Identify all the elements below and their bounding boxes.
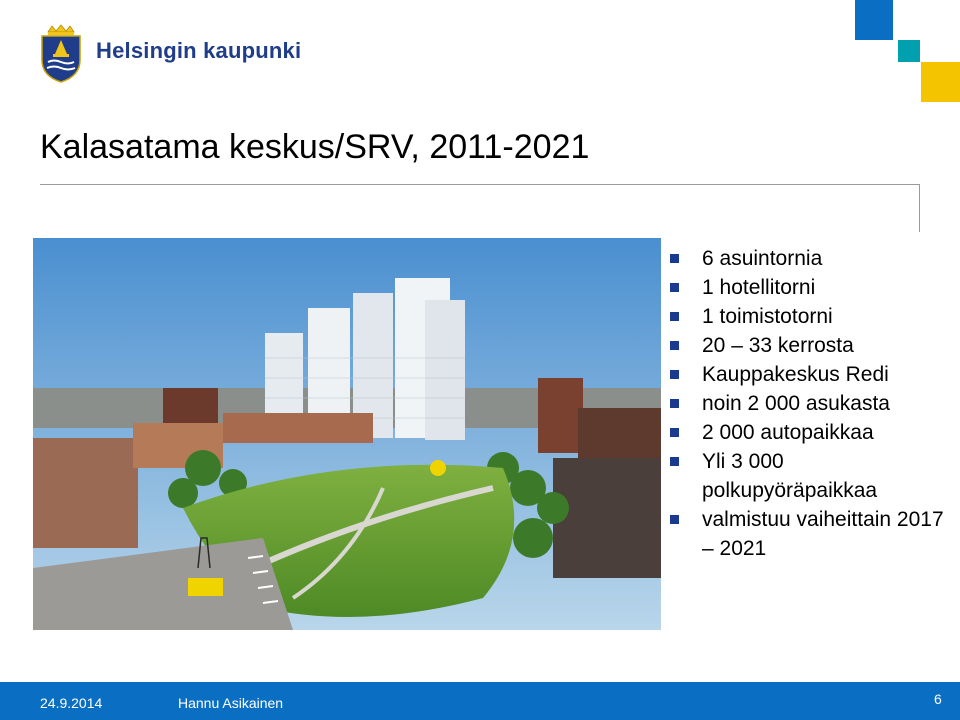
deco-square-teal [898,40,920,62]
deco-square-blue [855,0,893,40]
bullet-item: 2 000 autopaikkaa [670,418,955,447]
bullet-item: 6 asuintornia [670,244,955,273]
bullet-square-icon [670,341,679,350]
bullet-item: 1 toimistotorni [670,302,955,331]
bullet-square-icon [670,312,679,321]
page-number: 6 [934,691,942,707]
bullet-square-icon [670,283,679,292]
bullet-square-icon [670,457,679,466]
bullet-item: Kauppakeskus Redi [670,360,955,389]
title-divider-end [919,184,920,232]
footer-author: Hannu Asikainen [178,695,284,711]
bullet-list: 6 asuintornia 1 hotellitorni 1 toimistot… [670,244,955,563]
bullet-item: Yli 3 000 polkupyöräpaikkaa [670,447,955,505]
bullet-item: noin 2 000 asukasta [670,389,955,418]
footer-bar: 24.9.2014 Hannu Asikainen 6 [0,682,960,720]
bullet-item: 1 hotellitorni [670,273,955,302]
bullet-square-icon [670,254,679,263]
brand-name: Helsingin kaupunki [96,38,302,63]
bullet-square-icon [670,399,679,408]
bullet-square-icon [670,428,679,437]
kalasatama-rendering-photo [33,238,661,630]
deco-square-yellow [921,62,960,102]
bullet-square-icon [670,370,679,379]
title-divider [40,184,920,185]
bullet-square-icon [670,515,679,524]
slide-title: Kalasatama keskus/SRV, 2011-2021 [40,128,590,166]
bullet-item: 20 – 33 kerrosta [670,331,955,360]
bullet-item: valmistuu vaiheittain 2017 – 2021 [670,505,955,563]
footer-date: 24.9.2014 [40,695,103,711]
helsinki-coat-of-arms-icon [41,24,81,83]
